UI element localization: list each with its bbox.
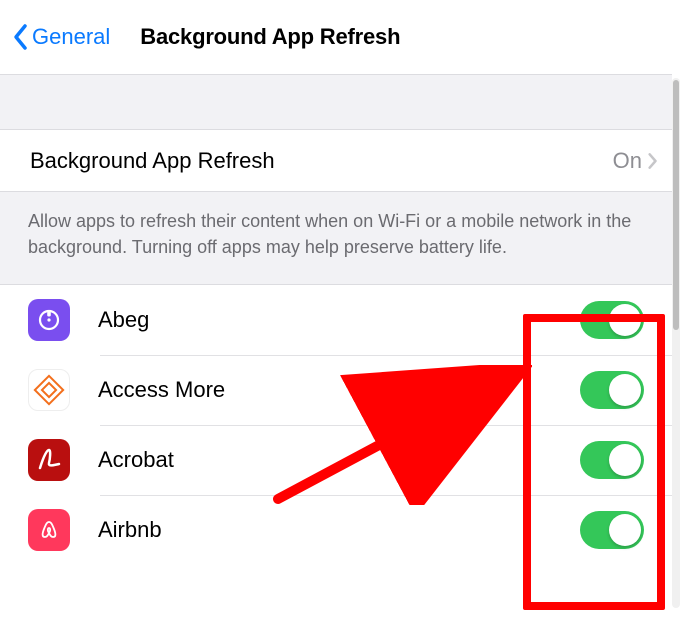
toggle-airbnb[interactable] (580, 511, 644, 549)
app-name-label: Acrobat (98, 447, 580, 473)
app-row-airbnb: Airbnb (0, 495, 672, 565)
app-icon-airbnb (28, 509, 70, 551)
app-name-label: Access More (98, 377, 580, 403)
section-gap (0, 74, 672, 130)
bar-main-row[interactable]: Background App Refresh On (0, 130, 672, 192)
bar-main-value: On (613, 148, 642, 174)
app-row-abeg: Abeg (0, 285, 672, 355)
toggle-access-more[interactable] (580, 371, 644, 409)
app-row-acrobat: Acrobat (0, 425, 672, 495)
bar-main-label: Background App Refresh (30, 148, 275, 174)
app-icon-abeg (28, 299, 70, 341)
toggle-abeg[interactable] (580, 301, 644, 339)
app-list: Abeg Access More Acrobat Airbnb (0, 285, 672, 565)
app-name-label: Abeg (98, 307, 580, 333)
app-row-access-more: Access More (0, 355, 672, 425)
app-icon-acrobat (28, 439, 70, 481)
scrollbar[interactable] (672, 78, 680, 608)
section-footer: Allow apps to refresh their content when… (0, 192, 672, 285)
back-label: General (32, 24, 110, 50)
app-name-label: Airbnb (98, 517, 580, 543)
chevron-right-icon (648, 150, 658, 172)
chevron-left-icon (12, 23, 30, 51)
page-title: Background App Refresh (140, 24, 400, 50)
app-icon-access-more (28, 369, 70, 411)
navbar: General Background App Refresh (0, 0, 672, 74)
scrollbar-thumb[interactable] (673, 80, 679, 330)
back-button[interactable]: General (12, 23, 110, 51)
toggle-acrobat[interactable] (580, 441, 644, 479)
